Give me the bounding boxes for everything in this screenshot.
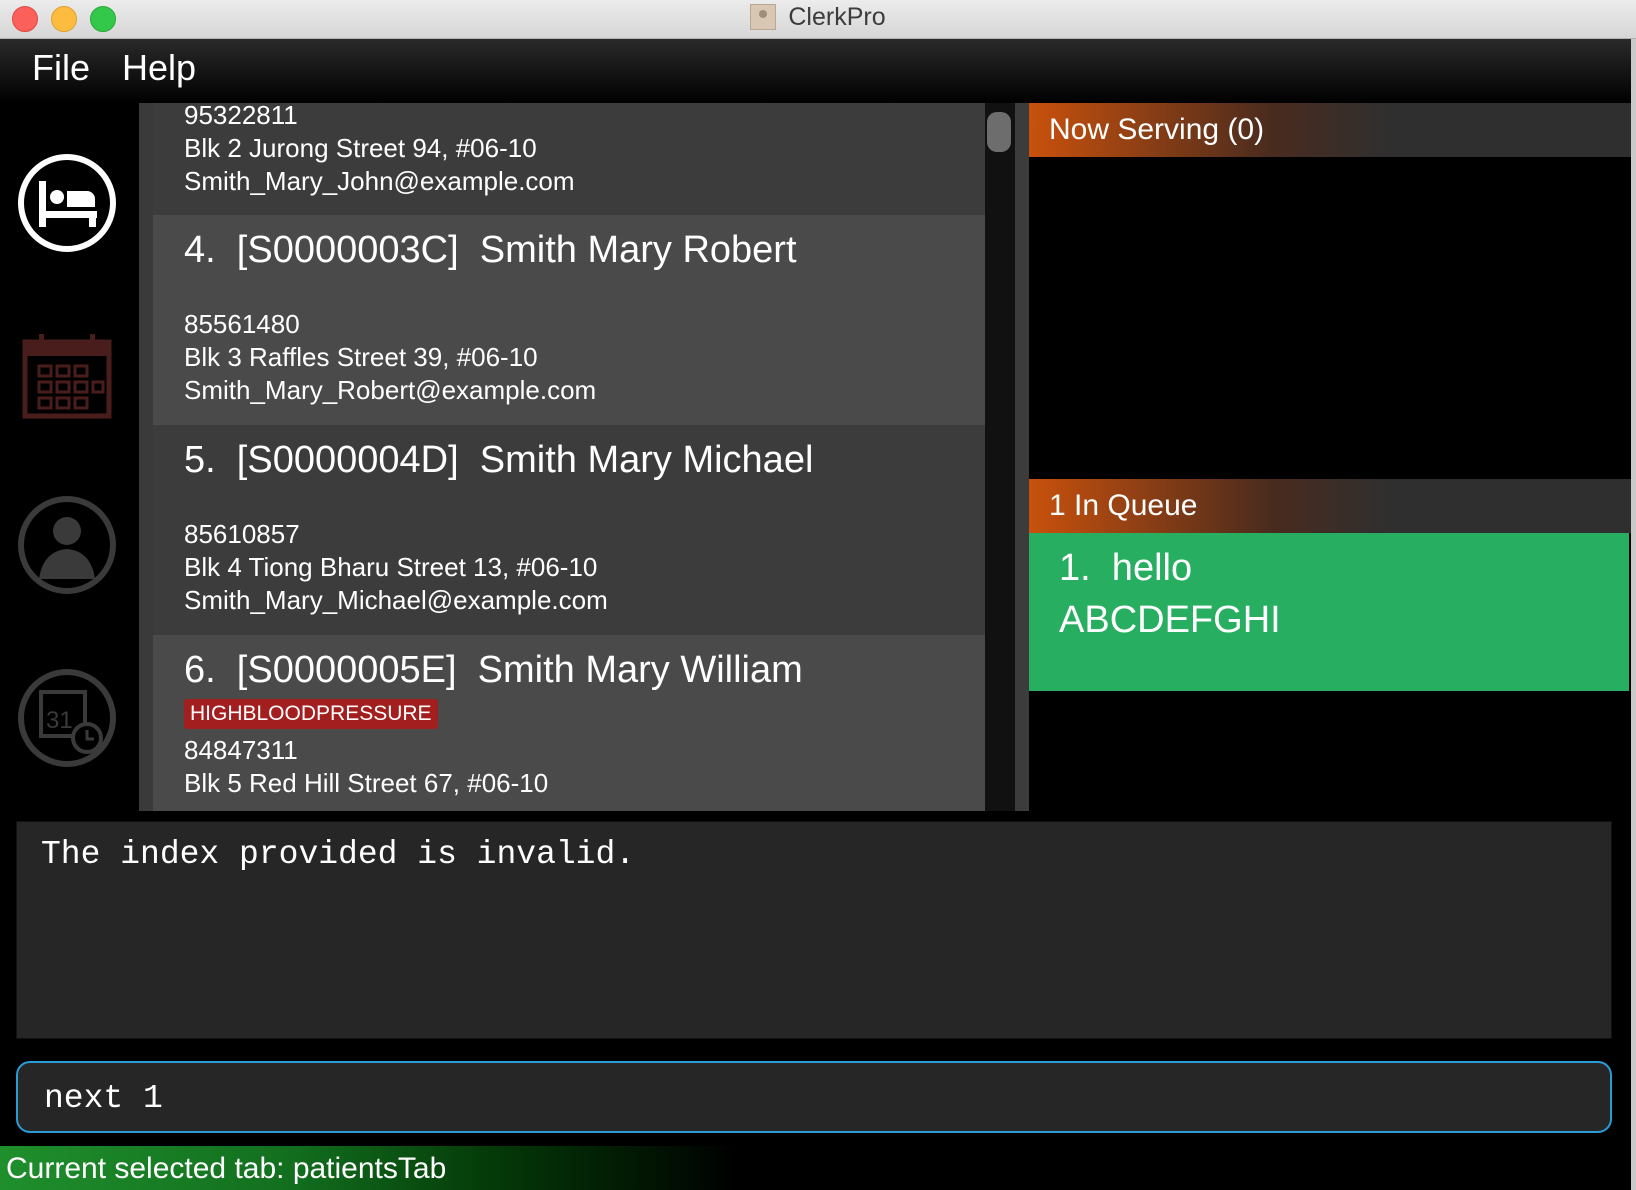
- patient-email: Smith_Mary_John@example.com: [184, 166, 575, 196]
- patient-card[interactable]: 95322811 Blk 2 Jurong Street 94, #06-10 …: [153, 103, 985, 215]
- command-input[interactable]: [42, 1071, 1586, 1125]
- menu-bar: File Help: [0, 39, 1636, 103]
- status-bar: Current selected tab: patientsTab: [0, 1146, 1636, 1190]
- patient-phone: 84847311: [184, 735, 298, 765]
- menu-file[interactable]: File: [32, 47, 90, 89]
- patient-email: Smith_Mary_Michael@example.com: [184, 585, 608, 615]
- patient-name: 5. [S0000004D] Smith Mary Michael: [184, 439, 814, 481]
- now-serving-header: Now Serving (0): [1029, 103, 1631, 157]
- patient-card[interactable]: 4. [S0000003C] Smith Mary Robert 8556148…: [153, 215, 985, 425]
- queue-item[interactable]: 1. hello ABCDEFGHI: [1029, 533, 1629, 691]
- patient-address: Blk 2 Jurong Street 94, #06-10: [184, 133, 537, 163]
- queue-header: 1 In Queue: [1029, 479, 1631, 533]
- app-icon: [750, 4, 777, 30]
- result-message: The index provided is invalid.: [41, 836, 636, 873]
- panel-divider[interactable]: [1015, 103, 1029, 811]
- queue-panel: Now Serving (0) 1 In Queue 1. hello ABCD…: [1029, 103, 1631, 811]
- patient-list[interactable]: 95322811 Blk 2 Jurong Street 94, #06-10 …: [153, 103, 985, 811]
- command-box[interactable]: [16, 1061, 1612, 1133]
- patient-card[interactable]: 5. [S0000004D] Smith Mary Michael 856108…: [153, 425, 985, 635]
- window-edge: [1631, 39, 1636, 1190]
- svg-text:31: 31: [46, 707, 73, 734]
- patient-phone: 95322811: [184, 103, 298, 130]
- condition-tag: HIGHBLOODPRESSURE: [184, 699, 438, 729]
- queue-item-name: 1. hello: [1059, 547, 1193, 589]
- scrollbar-thumb[interactable]: [987, 112, 1011, 152]
- patient-address: Blk 4 Tiong Bharu Street 13, #06-10: [184, 552, 598, 582]
- now-serving-title: Now Serving (0): [1049, 113, 1265, 146]
- sidebar: 31: [0, 103, 140, 811]
- patient-phone: 85610857: [184, 519, 300, 549]
- patient-bed-icon[interactable]: [17, 153, 117, 253]
- queue-title: 1 In Queue: [1049, 489, 1198, 522]
- patient-list-scrollbar[interactable]: [985, 103, 1015, 811]
- calendar-grid-icon[interactable]: [17, 328, 117, 428]
- window-title-bar: ClerkPro: [0, 0, 1636, 39]
- patient-name: 6. [S0000005E] Smith Mary William: [184, 649, 803, 691]
- patient-phone: 85561480: [184, 309, 300, 339]
- result-display: The index provided is invalid.: [16, 821, 1612, 1039]
- menu-help[interactable]: Help: [122, 47, 196, 89]
- patient-card[interactable]: 6. [S0000005E] Smith Mary William HIGHBL…: [153, 635, 985, 811]
- window-title: ClerkPro: [788, 3, 886, 31]
- patient-address: Blk 3 Raffles Street 39, #06-10: [184, 342, 538, 372]
- status-text: Current selected tab: patientsTab: [6, 1152, 447, 1185]
- title-container: ClerkPro: [0, 0, 1636, 38]
- patient-name: 4. [S0000003C] Smith Mary Robert: [184, 229, 797, 271]
- patient-email: Smith_Mary_Robert@example.com: [184, 375, 597, 405]
- doctor-icon[interactable]: [17, 495, 117, 595]
- queue-item-detail: ABCDEFGHI: [1059, 599, 1281, 641]
- sidebar-divider: [139, 103, 153, 811]
- patient-address: Blk 5 Red Hill Street 67, #06-10: [184, 768, 549, 798]
- appointment-clock-icon[interactable]: 31: [17, 668, 117, 768]
